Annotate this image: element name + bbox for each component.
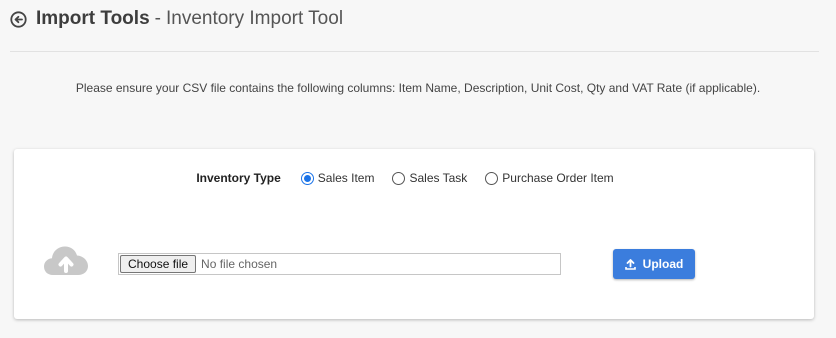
purchase-order-item-radio[interactable] (485, 171, 499, 185)
upload-icon (624, 258, 636, 270)
csv-instructions: Please ensure your CSV file contains the… (75, 81, 761, 95)
import-card: Inventory Type Sales Item Sales Task Pur… (14, 149, 814, 319)
inventory-type-group: Inventory Type Sales Item Sales Task Pur… (14, 171, 814, 185)
header-divider (10, 51, 819, 52)
radio-option-sales-item[interactable]: Sales Item (300, 171, 375, 185)
circle-arrow-left-icon[interactable] (10, 10, 27, 28)
sales-item-radio[interactable] (300, 171, 314, 185)
page-header: Import Tools - Inventory Import Tool (10, 7, 343, 31)
upload-button[interactable]: Upload (613, 249, 695, 279)
radio-option-sales-task[interactable]: Sales Task (392, 171, 467, 185)
page-subtitle: Inventory Import Tool (165, 8, 344, 29)
inventory-type-label: Inventory Type (196, 171, 281, 185)
cloud-upload-icon (43, 244, 89, 278)
upload-label: Upload (642, 257, 684, 271)
file-input[interactable]: Choose file No file chosen (118, 253, 561, 275)
sales-item-label: Sales Item (317, 171, 375, 185)
file-status: No file chosen (201, 257, 278, 271)
sales-task-label: Sales Task (409, 171, 468, 185)
title-separator: - (154, 8, 161, 29)
page-title: Import Tools (36, 8, 150, 29)
sales-task-radio[interactable] (392, 171, 406, 185)
radio-option-purchase-order-item[interactable]: Purchase Order Item (485, 171, 614, 185)
choose-file-button[interactable]: Choose file (120, 255, 197, 273)
purchase-order-item-label: Purchase Order Item (502, 171, 614, 185)
